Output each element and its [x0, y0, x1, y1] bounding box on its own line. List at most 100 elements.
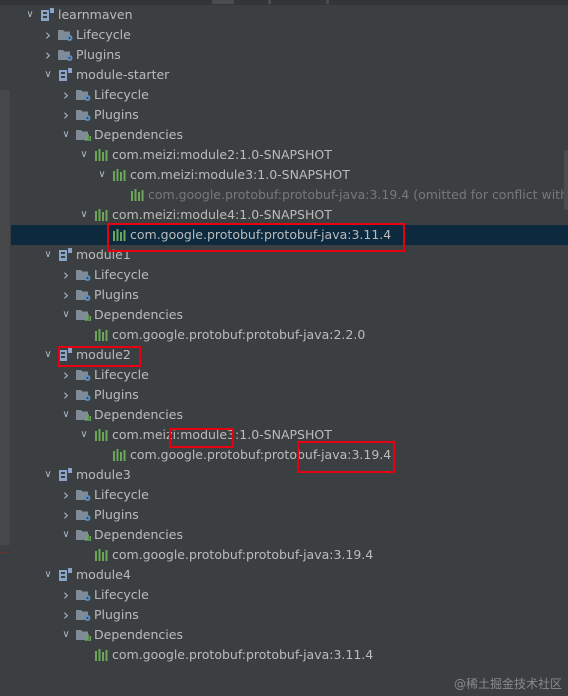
- tree-row[interactable]: › Plugins: [11, 105, 568, 125]
- tree-row[interactable]: ∨ com.meizi:module3:1.0-SNAPSHOT: [11, 165, 568, 185]
- chevron-down-icon[interactable]: ∨: [42, 565, 54, 585]
- tree-row[interactable]: › Lifecycle: [11, 485, 568, 505]
- tree-row[interactable]: com.google.protobuf:protobuf-java:3.19.4…: [11, 185, 568, 205]
- tree-row[interactable]: ∨ Dependencies: [11, 625, 568, 645]
- tree-row-label: Lifecycle: [94, 267, 149, 282]
- tree-row[interactable]: ∨ Dependencies: [11, 125, 568, 145]
- lifecycle-folder-icon: [76, 588, 91, 602]
- chevron-down-icon[interactable]: ∨: [24, 5, 36, 25]
- dependency-icon: [94, 548, 109, 562]
- chevron-down-icon[interactable]: ∨: [42, 245, 54, 265]
- dependencies-folder-icon: [76, 628, 91, 642]
- lifecycle-folder-icon: [76, 488, 91, 502]
- toolbar-tab-marker[interactable]: [212, 0, 234, 4]
- tree-row[interactable]: › Lifecycle: [11, 85, 568, 105]
- tree-row[interactable]: com.google.protobuf:protobuf-java:3.19.4: [11, 445, 568, 465]
- chevron-down-icon[interactable]: ∨: [60, 625, 72, 645]
- chevron-right-icon[interactable]: ›: [60, 585, 72, 605]
- tree-row[interactable]: ∨ com.meizi:module3:1.0-SNAPSHOT: [11, 425, 568, 445]
- lifecycle-folder-icon: [76, 368, 91, 382]
- tree-row[interactable]: › Lifecycle: [11, 25, 568, 45]
- chevron-right-icon[interactable]: ›: [60, 105, 72, 125]
- chevron-right-icon[interactable]: ›: [42, 45, 54, 65]
- tree-row[interactable]: ∨ Dependencies: [11, 305, 568, 325]
- chevron-down-icon[interactable]: ∨: [78, 425, 90, 445]
- tree-row-label: com.meizi:module3:1.0-SNAPSHOT: [130, 167, 350, 182]
- chevron-right-icon[interactable]: ›: [60, 505, 72, 525]
- tree-row[interactable]: ∨ module3: [11, 465, 568, 485]
- maven-projects-tree[interactable]: ∨ learnmaven › Lifecycle › Plugins ∨ module-sta…: [11, 5, 568, 696]
- chevron-down-icon[interactable]: ∨: [60, 125, 72, 145]
- gutter-shade: [0, 90, 10, 545]
- chevron-right-icon[interactable]: ›: [60, 605, 72, 625]
- tree-row[interactable]: › Plugins: [11, 285, 568, 305]
- tree-row-label: Lifecycle: [94, 367, 149, 382]
- dependencies-folder-icon: [76, 528, 91, 542]
- dependency-icon: [112, 448, 127, 462]
- chevron-down-icon[interactable]: ∨: [60, 305, 72, 325]
- dependency-icon: [94, 648, 109, 662]
- tree-row[interactable]: › Plugins: [11, 505, 568, 525]
- left-gutter: [0, 5, 11, 696]
- tree-root-row[interactable]: ∨ learnmaven: [11, 5, 568, 25]
- chevron-right-icon[interactable]: ›: [60, 265, 72, 285]
- tree-row-label: learnmaven: [58, 7, 133, 22]
- chevron-right-icon[interactable]: ›: [60, 285, 72, 305]
- maven-module-icon: [40, 8, 55, 22]
- chevron-right-icon[interactable]: ›: [60, 485, 72, 505]
- tree-row-label: Dependencies: [94, 627, 183, 642]
- tree-row-label: Dependencies: [94, 127, 183, 142]
- tree-row[interactable]: › Lifecycle: [11, 585, 568, 605]
- chevron-down-icon[interactable]: ∨: [78, 205, 90, 225]
- tree-row-label: com.google.protobuf:protobuf-java:3.11.4: [130, 227, 392, 242]
- tree-row-label: com.meizi:module4:1.0-SNAPSHOT: [112, 207, 332, 222]
- tree-row-label: com.google.protobuf:protobuf-java:3.19.4: [112, 547, 374, 562]
- tree-row[interactable]: › Plugins: [11, 385, 568, 405]
- chevron-down-icon[interactable]: ∨: [42, 345, 54, 365]
- tree-row[interactable]: › Plugins: [11, 605, 568, 625]
- tree-row[interactable]: com.google.protobuf:protobuf-java:3.11.4: [11, 645, 568, 665]
- tree-row[interactable]: › Plugins: [11, 45, 568, 65]
- plugins-folder-icon: [58, 48, 73, 62]
- tree-row-label: Dependencies: [94, 527, 183, 542]
- tree-row[interactable]: ∨ com.meizi:module4:1.0-SNAPSHOT: [11, 205, 568, 225]
- tree-row[interactable]: ∨ Dependencies: [11, 525, 568, 545]
- chevron-down-icon[interactable]: ∨: [60, 405, 72, 425]
- chevron-down-icon[interactable]: ∨: [42, 65, 54, 85]
- chevron-down-icon[interactable]: ∨: [42, 465, 54, 485]
- chevron-right-icon[interactable]: ›: [60, 365, 72, 385]
- chevron-down-icon[interactable]: ∨: [78, 145, 90, 165]
- tree-row[interactable]: com.google.protobuf:protobuf-java:3.11.4: [11, 225, 568, 245]
- dependency-icon: [130, 188, 145, 202]
- plugins-folder-icon: [76, 608, 91, 622]
- lifecycle-folder-icon: [76, 268, 91, 282]
- tree-row[interactable]: ∨ module1: [11, 245, 568, 265]
- tree-row[interactable]: ∨ Dependencies: [11, 405, 568, 425]
- chevron-right-icon[interactable]: ›: [60, 85, 72, 105]
- chevron-down-icon[interactable]: ∨: [96, 165, 108, 185]
- tree-row-label: Dependencies: [94, 307, 183, 322]
- chevron-right-icon[interactable]: ›: [42, 25, 54, 45]
- tree-row[interactable]: › Lifecycle: [11, 365, 568, 385]
- chevron-right-icon[interactable]: ›: [60, 385, 72, 405]
- maven-module-icon: [58, 68, 73, 82]
- plugins-folder-icon: [76, 508, 91, 522]
- tree-row[interactable]: ∨ module-starter: [11, 65, 568, 85]
- dependencies-folder-icon: [76, 408, 91, 422]
- chevron-down-icon[interactable]: ∨: [60, 525, 72, 545]
- tree-row[interactable]: ∨ module2: [11, 345, 568, 365]
- tree-row-label: module-starter: [76, 67, 170, 82]
- tree-row-label: Lifecycle: [76, 27, 131, 42]
- tree-row-label: Lifecycle: [94, 487, 149, 502]
- tree-row[interactable]: › Lifecycle: [11, 265, 568, 285]
- tree-row-label: Lifecycle: [94, 87, 149, 102]
- tree-row[interactable]: com.google.protobuf:protobuf-java:3.19.4: [11, 545, 568, 565]
- tree-row-label: module1: [76, 247, 131, 262]
- plugins-folder-icon: [76, 388, 91, 402]
- tree-row[interactable]: ∨ module4: [11, 565, 568, 585]
- lifecycle-folder-icon: [76, 88, 91, 102]
- vertical-scrollbar[interactable]: [564, 150, 568, 210]
- dependency-icon: [112, 168, 127, 182]
- tree-row[interactable]: ∨ com.meizi:module2:1.0-SNAPSHOT: [11, 145, 568, 165]
- tree-row[interactable]: com.google.protobuf:protobuf-java:2.2.0: [11, 325, 568, 345]
